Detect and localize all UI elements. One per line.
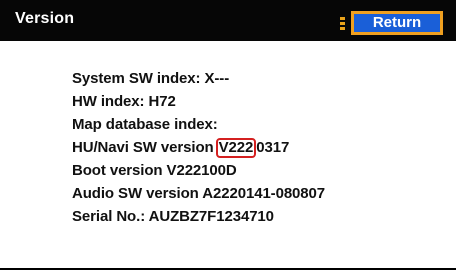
header-bar: Version Return bbox=[0, 0, 456, 41]
map-database-index: Map database index: bbox=[72, 116, 218, 133]
hu-navi-sw-version-suffix: 0317 bbox=[256, 139, 290, 156]
hu-navi-sw-version-prefix: HU/Navi SW version bbox=[72, 139, 218, 156]
return-button[interactable]: Return bbox=[351, 11, 443, 35]
version-info-list: System SW index: X--- HW index: H72 Map … bbox=[72, 67, 325, 228]
bottom-divider bbox=[0, 268, 456, 270]
audio-sw-version: Audio SW version A2220141-080807 bbox=[72, 185, 326, 202]
hw-index: HW index: H72 bbox=[72, 93, 176, 110]
page-title: Version bbox=[15, 10, 75, 27]
boot-version: Boot version V222100D bbox=[72, 162, 237, 179]
version-screen: Version Return System SW index: X--- HW … bbox=[0, 0, 456, 275]
hu-navi-sw-version: HU/Navi SW version V222 0317 bbox=[72, 136, 325, 159]
serial-number: Serial No.: AUZBZ7F1234710 bbox=[72, 208, 274, 225]
status-indicator-icon bbox=[340, 17, 345, 31]
system-sw-index: System SW index: X--- bbox=[72, 70, 230, 87]
version-highlight-box: V222 bbox=[215, 138, 257, 158]
